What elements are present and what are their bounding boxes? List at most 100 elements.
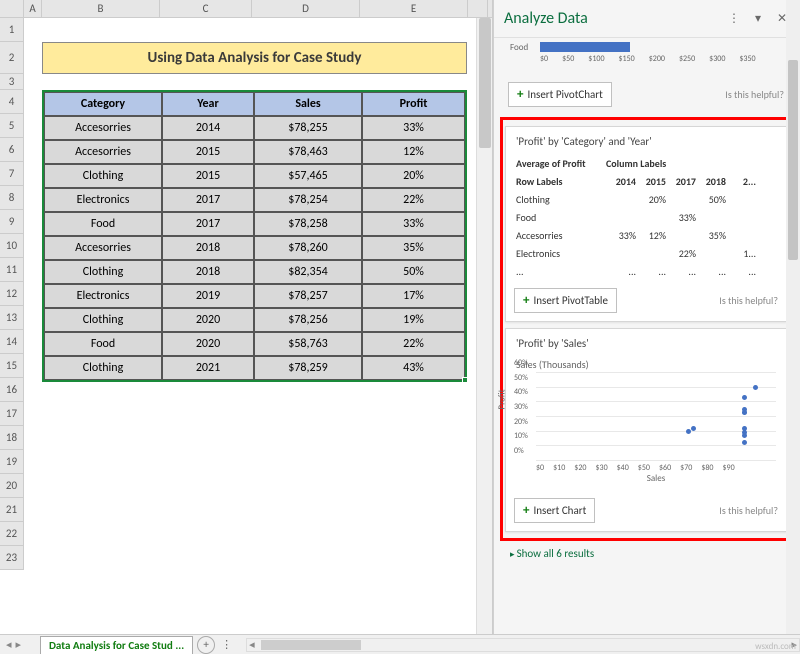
plus-icon: +	[517, 87, 523, 102]
pane-vertical-scrollbar[interactable]	[786, 0, 800, 634]
watermark: wsxdn.com	[755, 641, 796, 652]
col-next[interactable]	[468, 0, 488, 17]
table-row[interactable]: Clothing2021$78,25943%	[44, 356, 465, 380]
pane-minimize-icon[interactable]: ▾	[750, 11, 766, 27]
scatter-point	[753, 385, 758, 390]
scatter-suggestion-card: 'Profit' by 'Sales' Sales (Thousands) Pr…	[505, 328, 787, 532]
table-row[interactable]: Clothing2018$82,35450%	[44, 260, 465, 284]
row-6[interactable]: 6	[0, 138, 24, 162]
analyze-data-pane: Analyze Data ⋮ ▾ ✕ Food $0$50$100$150$20…	[493, 0, 800, 634]
show-all-results-link[interactable]: Show all 6 results	[500, 541, 792, 566]
table-row[interactable]: Electronics2019$78,25717%	[44, 284, 465, 308]
scroll-thumb[interactable]	[261, 640, 361, 650]
row-10[interactable]: 10	[0, 234, 24, 258]
scatter-preview: Sales (Thousands) Profit 0%10%20%30%40%5…	[506, 354, 786, 494]
cells-area[interactable]: Using Data Analysis for Case Study Categ…	[24, 18, 492, 570]
table-header[interactable]: Year	[162, 92, 254, 116]
insert-pivottable-button[interactable]: +Insert PivotTable	[514, 288, 617, 313]
scroll-thumb[interactable]	[788, 60, 798, 260]
add-sheet-button[interactable]: +	[197, 636, 215, 654]
row-11[interactable]: 11	[0, 258, 24, 282]
table-header[interactable]: Category	[44, 92, 162, 116]
active-sheet-tab[interactable]: Data Analysis for Case Stud ...	[40, 636, 193, 654]
scroll-thumb[interactable]	[479, 18, 491, 148]
mini-bar-chart: Food $0$50$100$150$200$250$300$350	[500, 38, 792, 78]
col-E[interactable]: E	[360, 0, 468, 17]
table-header[interactable]: Sales	[254, 92, 362, 116]
mini-bar	[540, 42, 630, 52]
pivot-preview: Average of ProfitColumn LabelsRow Labels…	[506, 152, 786, 284]
highlighted-suggestions: 'Profit' by 'Category' and 'Year' Averag…	[500, 117, 792, 541]
table-row[interactable]: Clothing2020$78,25619%	[44, 308, 465, 332]
tab-next-icon[interactable]: ▸	[16, 638, 22, 651]
helpful-link[interactable]: Is this helpful?	[719, 294, 778, 307]
tab-prev-icon[interactable]: ◂	[6, 638, 12, 651]
spreadsheet-area: A B C D E 123456789101112131415161718192…	[0, 0, 493, 634]
row-1[interactable]: 1	[0, 18, 24, 42]
tab-nav-arrows[interactable]: ◂▸	[0, 638, 40, 651]
col-B[interactable]: B	[42, 0, 160, 17]
row-21[interactable]: 21	[0, 498, 24, 522]
mini-bar-label: Food	[510, 42, 540, 53]
pivot-row: Clothing20%50%	[516, 190, 776, 208]
row-12[interactable]: 12	[0, 282, 24, 306]
col-A[interactable]: A	[24, 0, 42, 17]
table-row[interactable]: Clothing2015$57,46520%	[44, 164, 465, 188]
row-22[interactable]: 22	[0, 522, 24, 546]
mini-bar-axis: $0$50$100$150$200$250$300$350	[540, 54, 782, 64]
tab-separator: ⋮	[215, 638, 238, 651]
row-2[interactable]: 2	[0, 42, 24, 74]
pivot-card-title: 'Profit' by 'Category' and 'Year'	[506, 127, 786, 152]
selection-fill-handle[interactable]	[462, 377, 468, 383]
table-row[interactable]: Food2020$58,76322%	[44, 332, 465, 356]
table-row[interactable]: Accesorries2015$78,46312%	[44, 140, 465, 164]
table-row[interactable]: Accesorries2014$78,25533%	[44, 116, 465, 140]
scatter-ylabel: Profit	[497, 389, 508, 409]
row-16[interactable]: 16	[0, 378, 24, 402]
plus-icon: +	[523, 293, 529, 308]
plus-icon: +	[523, 503, 529, 518]
title-merged-cell[interactable]: Using Data Analysis for Case Study	[42, 42, 467, 74]
pivot-row: Food33%	[516, 208, 776, 226]
insert-chart-button[interactable]: +Insert Chart	[514, 498, 595, 523]
table-row[interactable]: Electronics2017$78,25422%	[44, 188, 465, 212]
pivot-row: Accesorries33%12%35%	[516, 226, 776, 244]
row-15[interactable]: 15	[0, 354, 24, 378]
pivot-row: Electronics22%1...	[516, 244, 776, 262]
row-20[interactable]: 20	[0, 474, 24, 498]
row-7[interactable]: 7	[0, 162, 24, 186]
table-header[interactable]: Profit	[362, 92, 465, 116]
row-17[interactable]: 17	[0, 402, 24, 426]
table-row[interactable]: Food2017$78,25833%	[44, 212, 465, 236]
sheet-vertical-scrollbar[interactable]	[476, 18, 492, 634]
row-14[interactable]: 14	[0, 330, 24, 354]
col-D[interactable]: D	[252, 0, 360, 17]
row-23[interactable]: 23	[0, 546, 24, 570]
select-all-corner[interactable]	[0, 0, 24, 17]
row-8[interactable]: 8	[0, 186, 24, 210]
horizontal-scrollbar[interactable]: ◂▸	[246, 638, 800, 652]
scatter-point	[686, 429, 691, 434]
row-5[interactable]: 5	[0, 114, 24, 138]
helpful-link[interactable]: Is this helpful?	[719, 504, 778, 517]
pivot-row: ..................	[516, 262, 776, 280]
scatter-point	[742, 407, 747, 412]
helpful-link[interactable]: Is this helpful?	[725, 88, 784, 101]
scatter-card-title: 'Profit' by 'Sales'	[506, 329, 786, 354]
sheet-tabs-bar: ◂▸ Data Analysis for Case Stud ... + ⋮ ◂…	[0, 634, 800, 654]
insert-pivotchart-button[interactable]: +Insert PivotChart	[508, 82, 612, 107]
pane-settings-icon[interactable]: ⋮	[726, 11, 742, 27]
pivot-suggestion-card: 'Profit' by 'Category' and 'Year' Averag…	[505, 126, 787, 322]
row-19[interactable]: 19	[0, 450, 24, 474]
row-4[interactable]: 4	[0, 90, 24, 114]
scatter-xlabel: Sales	[536, 473, 776, 484]
row-9[interactable]: 9	[0, 210, 24, 234]
data-table-selection[interactable]: CategoryYearSalesProfit Accesorries2014$…	[42, 90, 467, 382]
row-13[interactable]: 13	[0, 306, 24, 330]
table-row[interactable]: Accesorries2018$78,26035%	[44, 236, 465, 260]
row-18[interactable]: 18	[0, 426, 24, 450]
scroll-left-icon[interactable]: ◂	[249, 638, 255, 651]
col-C[interactable]: C	[160, 0, 252, 17]
column-headers: A B C D E	[0, 0, 492, 18]
row-3[interactable]: 3	[0, 74, 24, 90]
